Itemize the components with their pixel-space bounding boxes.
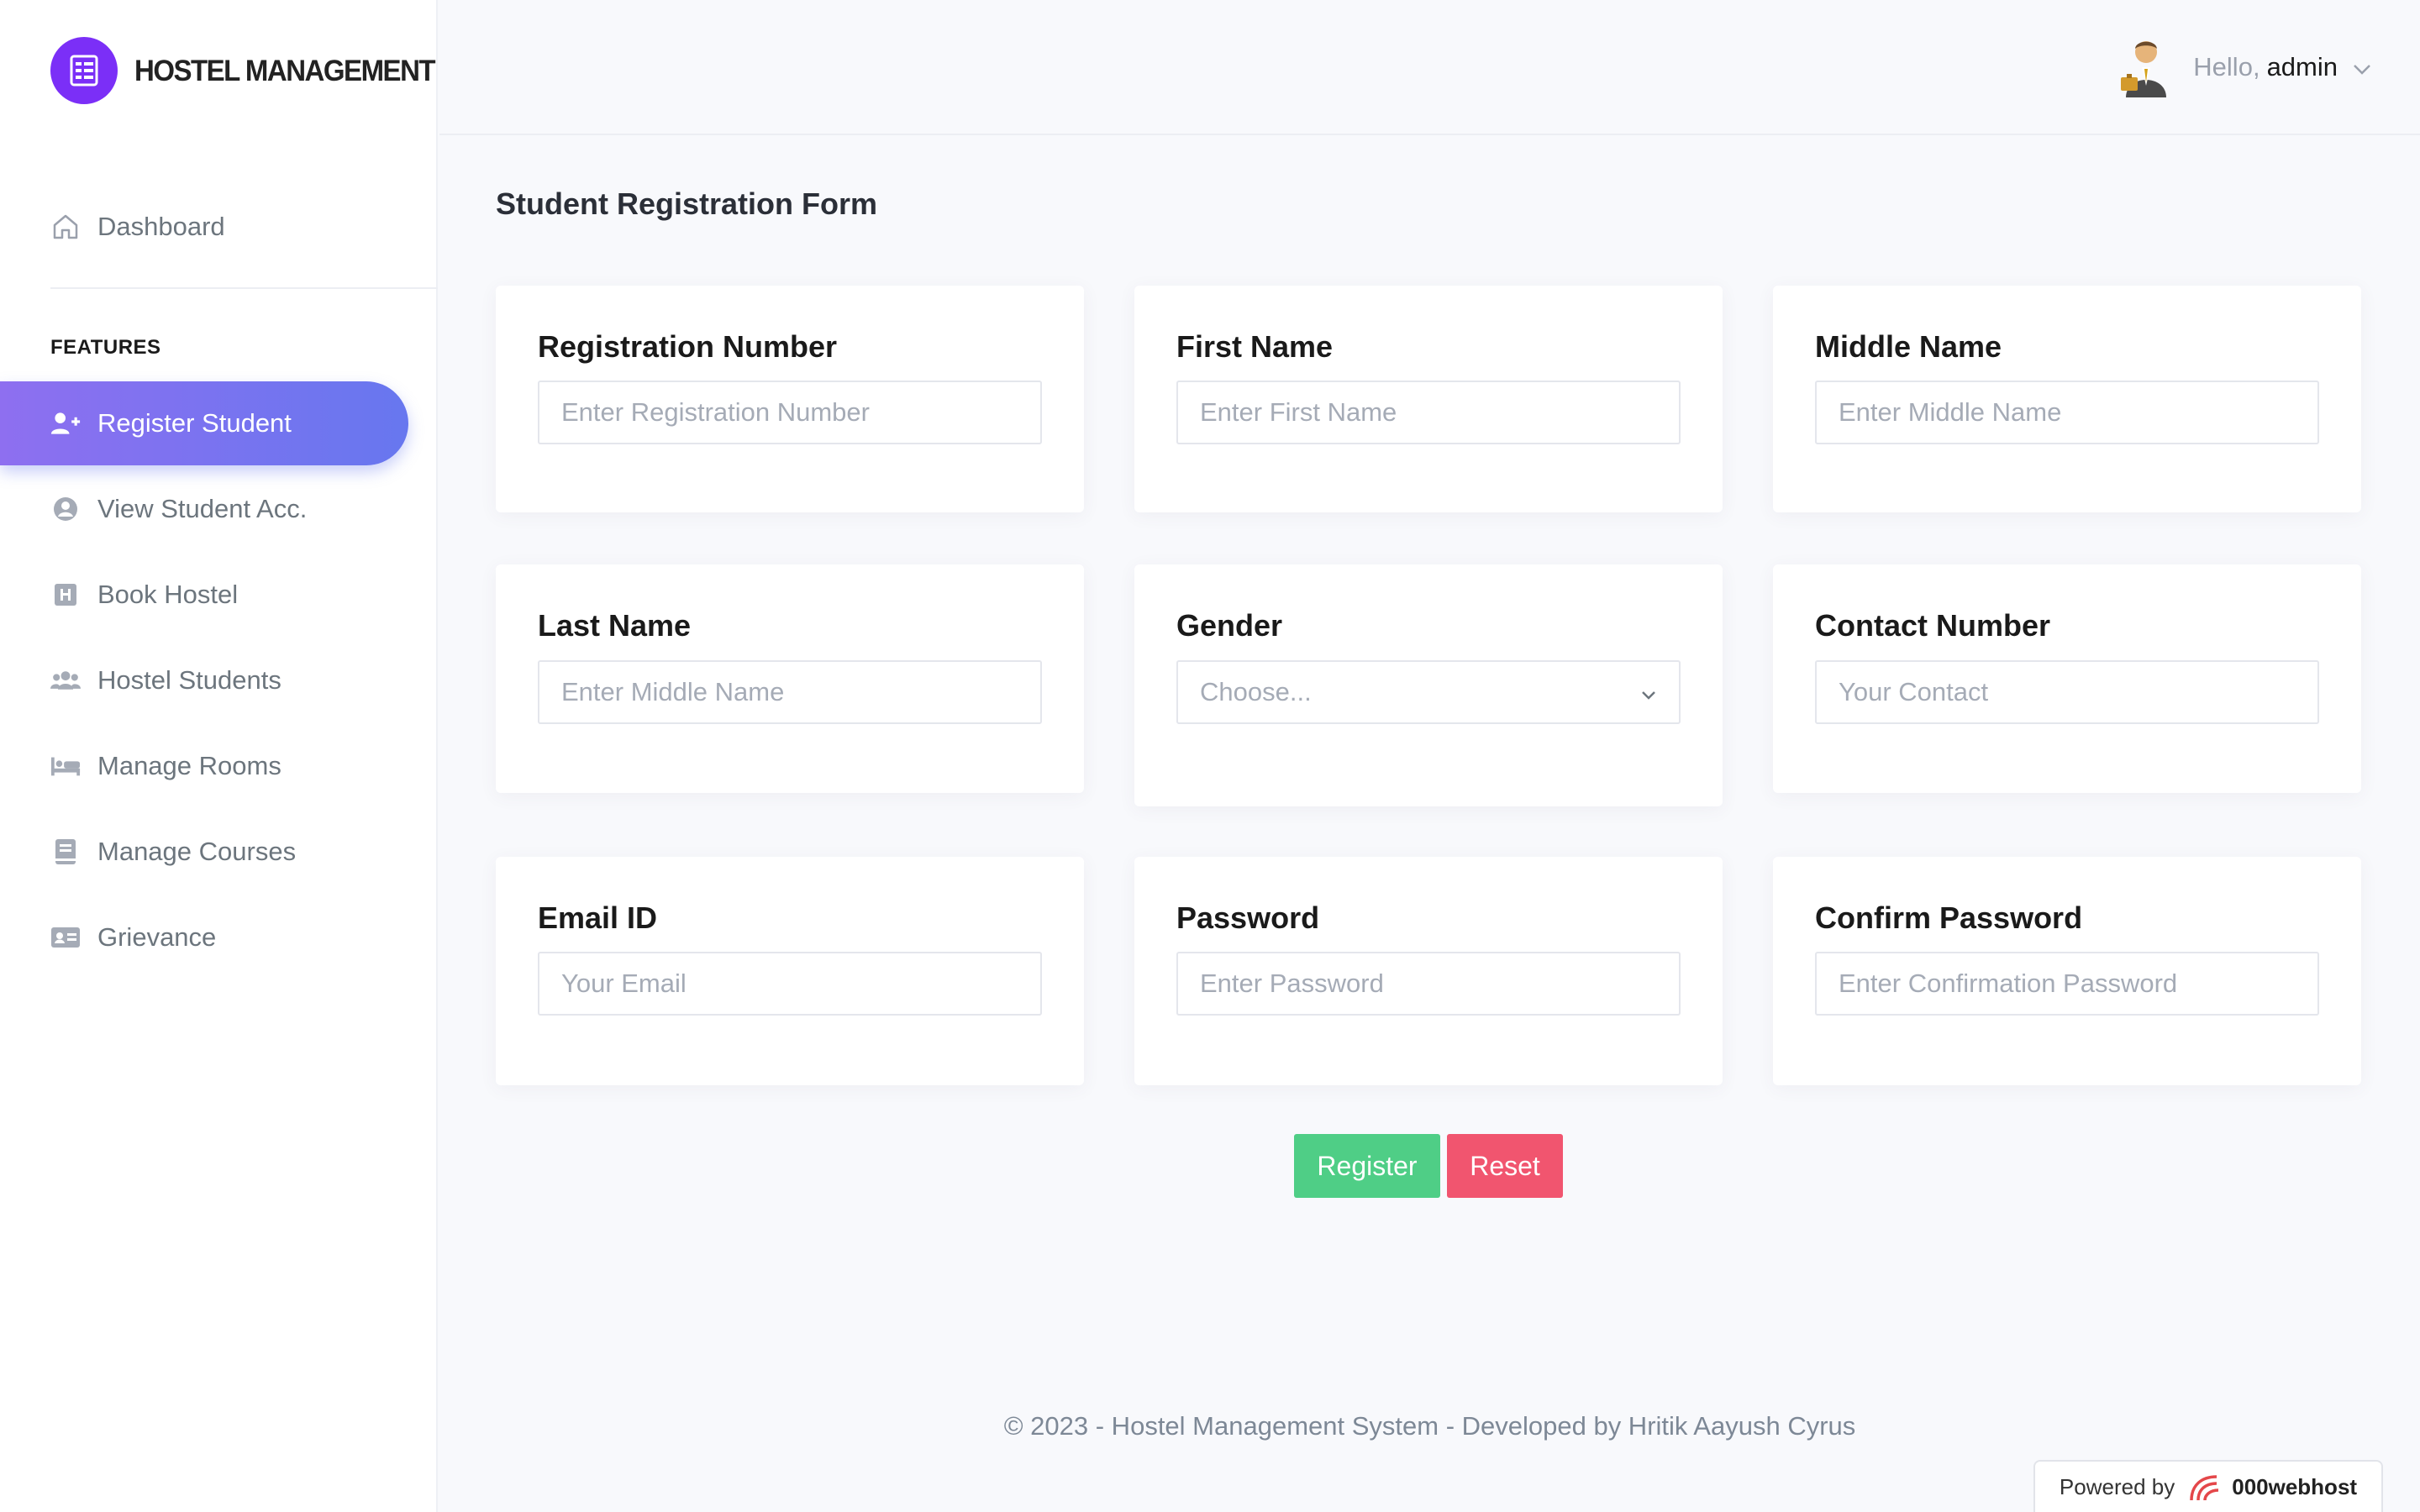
field-label: Gender — [1176, 608, 1283, 643]
avatar — [2119, 37, 2173, 97]
field-label: Password — [1176, 900, 1320, 935]
sidebar-item-grievance[interactable]: Grievance — [0, 895, 408, 979]
field-label: Contact Number — [1815, 608, 2051, 643]
id-card-icon — [50, 922, 81, 953]
field-card-middle-name: Middle Name — [1773, 286, 2361, 512]
sidebar-item-label: Register Student — [97, 408, 292, 438]
nav-divider — [50, 287, 438, 289]
field-card-last-name: Last Name — [496, 564, 1084, 793]
password-input[interactable] — [1176, 952, 1681, 1016]
users-icon — [50, 665, 81, 696]
reset-button[interactable]: Reset — [1447, 1134, 1563, 1198]
sidebar-item-label: Hostel Students — [97, 665, 281, 695]
chevron-down-icon — [2353, 52, 2371, 82]
sidebar-item-label: View Student Acc. — [97, 494, 308, 523]
page-title: Student Registration Form — [496, 186, 878, 221]
powered-by-brand: 000webhost — [2232, 1473, 2358, 1499]
sidebar: HOSTEL MANAGEMENT Dashboard FEATURES Reg… — [0, 0, 438, 1512]
sidebar-item-label: Manage Rooms — [97, 751, 281, 780]
footer-text: © 2023 - Hostel Management System - Deve… — [1003, 1411, 1856, 1441]
gender-select[interactable]: Choose... — [1176, 660, 1681, 724]
sidebar-item-register-student[interactable]: Register Student — [0, 381, 408, 465]
field-card-gender: Gender Choose... — [1134, 564, 1723, 806]
field-label: Middle Name — [1815, 329, 2002, 364]
powered-by-label: Powered by — [2059, 1473, 2175, 1499]
middle-name-input[interactable] — [1815, 381, 2319, 444]
register-button[interactable]: Register — [1294, 1134, 1440, 1198]
field-card-contact: Contact Number — [1773, 564, 2361, 793]
powered-by-badge[interactable]: Powered by 000webhost — [2033, 1460, 2383, 1512]
field-card-first-name: First Name — [1134, 286, 1723, 512]
user-plus-icon — [50, 408, 81, 438]
sidebar-item-label: Dashboard — [97, 212, 225, 241]
username: admin — [2266, 52, 2338, 81]
sidebar-item-dashboard[interactable]: Dashboard — [0, 185, 408, 269]
sidebar-item-label: Book Hostel — [97, 580, 239, 609]
field-label: Last Name — [538, 608, 692, 643]
contact-number-input[interactable] — [1815, 660, 2319, 724]
email-input[interactable] — [538, 952, 1042, 1016]
user-circle-icon — [50, 494, 81, 524]
chevron-down-icon — [1640, 677, 1657, 707]
sidebar-item-view-student-acc[interactable]: View Student Acc. — [0, 467, 408, 551]
nav-section-title: FEATURES — [50, 336, 161, 359]
webhost-logo-icon — [2186, 1472, 2223, 1502]
sidebar-item-label: Manage Courses — [97, 837, 297, 866]
book-icon — [50, 837, 81, 867]
field-card-email: Email ID — [496, 857, 1084, 1085]
sidebar-item-book-hostel[interactable]: Book Hostel — [0, 553, 408, 637]
field-label: Confirm Password — [1815, 900, 2083, 935]
sidebar-item-label: Grievance — [97, 922, 217, 952]
sidebar-item-manage-rooms[interactable]: Manage Rooms — [0, 724, 408, 808]
greeting-text: Hello, — [2193, 52, 2260, 81]
brand[interactable]: HOSTEL MANAGEMENT — [50, 37, 436, 104]
field-card-registration: Registration Number — [496, 286, 1084, 512]
bed-icon — [50, 751, 81, 781]
sidebar-item-manage-courses[interactable]: Manage Courses — [0, 810, 408, 894]
registration-number-input[interactable] — [538, 381, 1042, 444]
field-card-password: Password — [1134, 857, 1723, 1085]
home-icon — [50, 212, 81, 242]
gender-select-value: Choose... — [1200, 677, 1312, 706]
field-label: First Name — [1176, 329, 1334, 364]
brand-logo-icon — [50, 37, 118, 104]
confirm-password-input[interactable] — [1815, 952, 2319, 1016]
field-card-confirm-password: Confirm Password — [1773, 857, 2361, 1085]
field-label: Registration Number — [538, 329, 838, 364]
last-name-input[interactable] — [538, 660, 1042, 724]
topbar: Hello, admin — [439, 0, 2420, 135]
brand-name: HOSTEL MANAGEMENT — [134, 53, 436, 87]
field-label: Email ID — [538, 900, 658, 935]
user-menu[interactable]: Hello, admin — [2119, 37, 2371, 97]
first-name-input[interactable] — [1176, 381, 1681, 444]
hotel-icon — [50, 580, 81, 610]
sidebar-item-hostel-students[interactable]: Hostel Students — [0, 638, 408, 722]
